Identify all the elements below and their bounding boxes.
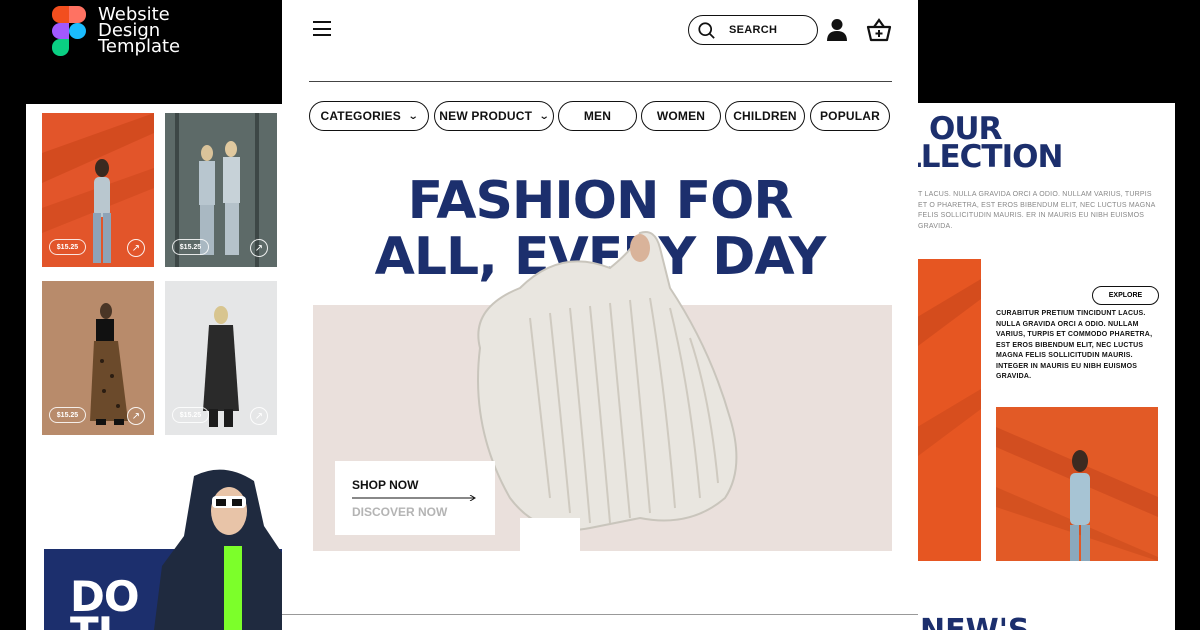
nav-men[interactable]: MEN: [558, 101, 637, 131]
orange-wall-photo: [914, 259, 981, 561]
collection-description: T LACUS. NULLA GRAVIDA ORCI A ODIO. NULL…: [918, 191, 1156, 230]
nav-categories-label: CATEGORIES: [320, 109, 401, 123]
nav-children[interactable]: CHILDREN: [725, 101, 805, 131]
explore-button[interactable]: EXPLORE: [1092, 286, 1159, 305]
collection-side-text: CURABITUR PRETIUM TINCIDUNT LACUS. NULLA…: [996, 310, 1153, 380]
brand-badge: Website Design Template: [52, 6, 180, 56]
chevron-down-icon: ⌄: [538, 110, 551, 122]
product-card[interactable]: $15.25 ↗: [165, 113, 277, 267]
collection-heading: OUR LLECTION: [914, 114, 1063, 175]
collection-title-line-2: LLECTION: [914, 139, 1063, 175]
left-page-preview: $15.25 ↗ $15.25 ↗ $15.25 ↗ $15.25 ↗ DO: [26, 104, 288, 630]
cart-icon[interactable]: [866, 17, 892, 43]
chevron-down-icon: ⌄: [407, 110, 419, 122]
menu-icon[interactable]: [313, 21, 331, 36]
sweater-model-photo: [477, 231, 738, 551]
product-card[interactable]: $15.25 ↗: [42, 113, 154, 267]
arrow-right-icon: [352, 495, 476, 501]
nav-new-product-dropdown[interactable]: NEW PRODUCT ⌄: [434, 101, 554, 131]
product-card[interactable]: $15.25 ↗: [42, 281, 154, 435]
shop-now-button[interactable]: SHOP NOW: [352, 478, 418, 492]
arrow-up-right-icon[interactable]: ↗: [250, 407, 268, 425]
hooded-model-photo: [154, 469, 288, 630]
nav-new-product-label: NEW PRODUCT: [439, 109, 533, 123]
brand-text: Website Design Template: [98, 6, 181, 57]
nav-popular[interactable]: POPULAR: [810, 101, 890, 131]
nav-categories-dropdown[interactable]: CATEGORIES ⌄: [309, 101, 429, 131]
header-divider: [309, 81, 892, 82]
main-page-preview: SEARCH CATEGORIES ⌄ NEW PRODUCT ⌄ MEN WO…: [282, 0, 918, 630]
price-tag: $15.25: [172, 407, 209, 423]
figma-logo-icon: [52, 6, 86, 56]
arrow-up-right-icon[interactable]: ↗: [127, 407, 145, 425]
news-heading: NEW'S: [920, 613, 1029, 630]
nav-women[interactable]: WOMEN: [641, 101, 721, 131]
price-tag: $15.25: [172, 239, 209, 255]
right-page-preview: OUR LLECTION T LACUS. NULLA GRAVIDA ORCI…: [914, 103, 1175, 630]
brand-line-3: Template: [98, 36, 181, 57]
product-card[interactable]: $15.25 ↗: [165, 281, 277, 435]
model-photo: [996, 407, 1158, 561]
arrow-up-right-icon[interactable]: ↗: [127, 239, 145, 257]
promo-heading: DO TI: [70, 576, 140, 630]
discover-now-link[interactable]: DISCOVER NOW: [352, 505, 447, 519]
search-icon: [698, 21, 715, 39]
hero-title-line-1: FASHION FOR: [407, 171, 794, 231]
footer-divider: [282, 614, 918, 615]
price-tag: $15.25: [49, 407, 86, 423]
arrow-up-right-icon[interactable]: ↗: [250, 239, 268, 257]
cta-box: SHOP NOW DISCOVER NOW: [335, 461, 495, 535]
price-tag: $15.25: [49, 239, 86, 255]
user-icon[interactable]: [826, 18, 848, 42]
search-input[interactable]: SEARCH: [688, 15, 818, 45]
search-placeholder: SEARCH: [729, 24, 778, 36]
